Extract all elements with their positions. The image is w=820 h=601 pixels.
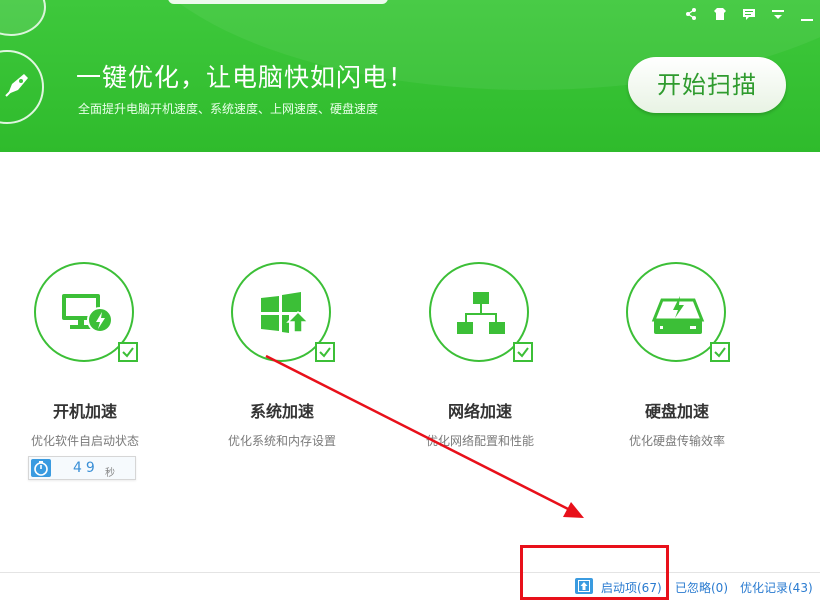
ignored-link[interactable]: 已忽略(0) [675,579,728,596]
footer-divider [0,572,820,573]
annotation-highlight-box [520,545,669,600]
optimize-history-link[interactable]: 优化记录(43) [740,579,813,596]
annotation-arrow [265,354,584,518]
app-window: 回 一键优化，让电脑快如闪电！ 全面提升电脑开机速度、系统速度、上网速度、硬盘速… [0,0,820,601]
